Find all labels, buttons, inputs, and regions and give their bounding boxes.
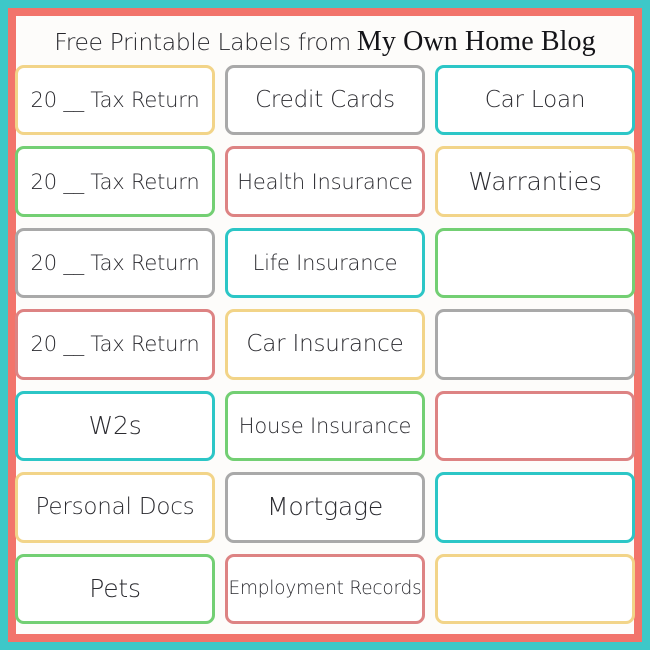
label-text: Life Insurance — [252, 251, 398, 276]
label-box[interactable]: Personal Docs — [15, 472, 215, 543]
inner-salmon-frame: Free Printable Labels from My Own Home Bl… — [8, 8, 642, 642]
outer-teal-frame: Free Printable Labels from My Own Home Bl… — [0, 0, 650, 650]
label-box[interactable]: Employment Records — [225, 553, 425, 624]
label-sheet: Free Printable Labels from My Own Home Bl… — [15, 16, 635, 634]
label-text: Health Insurance — [237, 169, 413, 194]
label-text: Personal Docs — [35, 494, 195, 521]
label-grid: 20 __ Tax Return Credit Cards Car Loan 20 _… — [15, 62, 635, 624]
label-text: 20 __ Tax Return — [30, 88, 200, 113]
label-box[interactable]: 20 __ Tax Return — [15, 65, 215, 136]
label-box[interactable]: Health Insurance — [225, 146, 425, 217]
label-box[interactable]: W2s — [15, 390, 215, 462]
label-text: Credit Cards — [255, 87, 395, 114]
page-title-blog-name: My Own Home Blog — [356, 26, 596, 57]
page-title-primary: Free Printable Labels from — [54, 28, 351, 56]
label-box-blank[interactable] — [435, 227, 635, 299]
label-text: W2s — [88, 410, 142, 440]
label-box[interactable]: House Insurance — [225, 390, 425, 462]
label-box[interactable]: 20 __ Tax Return — [15, 146, 215, 217]
label-text: Employment Records — [228, 578, 422, 600]
label-text: 20 __ Tax Return — [30, 332, 200, 357]
label-box-blank[interactable] — [435, 553, 635, 624]
label-text: 20 __ Tax Return — [30, 169, 200, 194]
label-box[interactable]: Car Loan — [435, 65, 635, 136]
label-box[interactable]: 20 __ Tax Return — [15, 309, 215, 380]
label-text: Car Loan — [484, 87, 586, 114]
label-box[interactable]: Life Insurance — [225, 227, 425, 299]
label-box-blank[interactable] — [435, 390, 635, 462]
label-text: Pets — [89, 573, 141, 603]
label-box[interactable]: 20 __ Tax Return — [15, 227, 215, 299]
label-box[interactable]: Pets — [15, 553, 215, 624]
label-box-blank[interactable] — [435, 309, 635, 380]
label-box-blank[interactable] — [435, 472, 635, 543]
label-box[interactable]: Credit Cards — [225, 65, 425, 136]
label-text: Car Insurance — [246, 331, 404, 358]
label-box[interactable]: Mortgage — [225, 472, 425, 543]
page-title: Free Printable Labels from My Own Home Bl… — [26, 22, 624, 62]
label-box[interactable]: Car Insurance — [225, 309, 425, 380]
label-text: House Insurance — [238, 413, 412, 438]
label-box[interactable]: Warranties — [435, 146, 635, 217]
label-text: Warranties — [468, 166, 602, 196]
label-text: Mortgage — [266, 492, 384, 522]
label-text: 20 __ Tax Return — [30, 251, 200, 276]
